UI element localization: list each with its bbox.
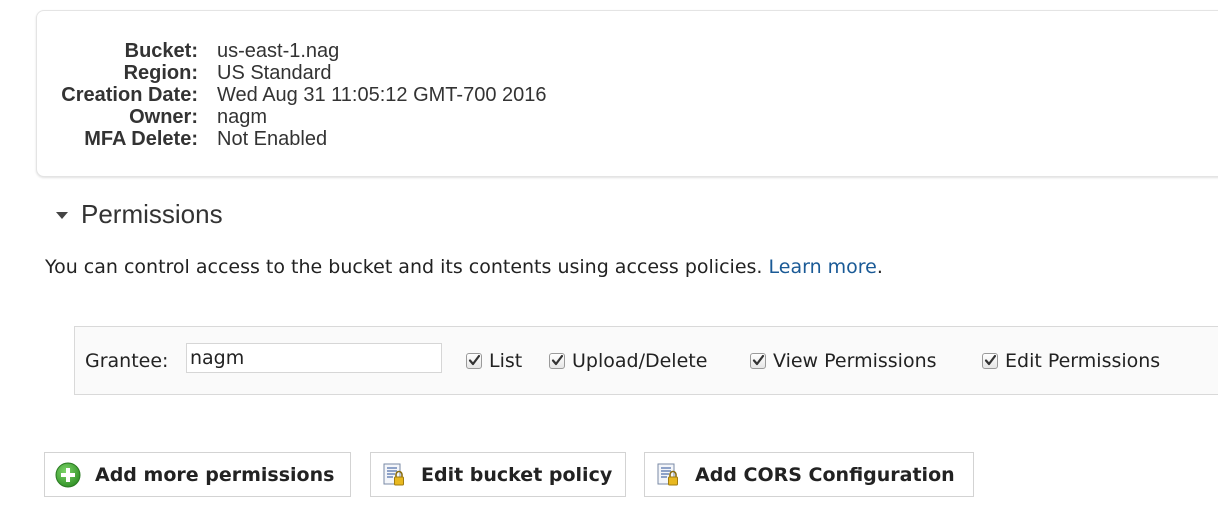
checkbox-label: List	[489, 350, 523, 372]
caret-down-icon	[56, 211, 68, 219]
grantee-row: Grantee: List Upload/Delete View Permiss…	[74, 326, 1218, 395]
edit-bucket-policy-button[interactable]: Edit bucket policy	[370, 452, 626, 497]
property-label: MFA Delete:	[84, 128, 198, 150]
grantee-label: Grantee:	[85, 350, 169, 372]
button-label: Add CORS Configuration	[695, 463, 955, 486]
property-value: US Standard	[217, 62, 332, 84]
section-title: Permissions	[81, 198, 223, 229]
add-cors-configuration-button[interactable]: Add CORS Configuration	[644, 452, 974, 497]
checkbox-label: Edit Permissions	[1005, 350, 1161, 372]
permissions-section-toggle[interactable]: Permissions	[56, 198, 223, 230]
checkbox-label: View Permissions	[773, 350, 937, 372]
description-text: You can control access to the bucket and…	[45, 256, 763, 278]
checkbox-list[interactable]: List	[466, 349, 522, 373]
checkbox-checked-icon[interactable]	[466, 353, 482, 369]
document-lock-icon	[655, 462, 681, 488]
property-label: Bucket:	[124, 40, 198, 62]
checkbox-checked-icon[interactable]	[750, 353, 766, 369]
property-label: Region:	[123, 62, 198, 84]
learn-more-link[interactable]: Learn more	[769, 256, 877, 278]
button-label: Edit bucket policy	[421, 463, 613, 486]
bucket-properties-panel: Bucket: us-east-1.nag Region: US Standar…	[36, 10, 1218, 177]
property-value: Not Enabled	[217, 128, 328, 150]
add-more-permissions-button[interactable]: Add more permissions	[44, 452, 351, 497]
grantee-input[interactable]	[186, 343, 442, 373]
checkbox-upload-delete[interactable]: Upload/Delete	[549, 349, 707, 373]
property-label: Creation Date:	[61, 84, 198, 106]
checkbox-checked-icon[interactable]	[549, 353, 565, 369]
checkbox-view-permissions[interactable]: View Permissions	[750, 349, 937, 373]
checkbox-label: Upload/Delete	[572, 350, 708, 372]
property-value: Wed Aug 31 11:05:12 GMT-700 2016	[217, 84, 547, 106]
plus-circle-icon	[55, 462, 81, 488]
document-lock-icon	[381, 462, 407, 488]
property-label: Owner:	[129, 106, 198, 128]
checkbox-edit-permissions[interactable]: Edit Permissions	[982, 349, 1160, 373]
checkbox-checked-icon[interactable]	[982, 353, 998, 369]
property-value: us-east-1.nag	[217, 40, 340, 62]
description-period: .	[876, 256, 883, 278]
button-label: Add more permissions	[95, 463, 335, 486]
property-value: nagm	[217, 106, 268, 128]
permissions-description: You can control access to the bucket and…	[45, 256, 883, 278]
